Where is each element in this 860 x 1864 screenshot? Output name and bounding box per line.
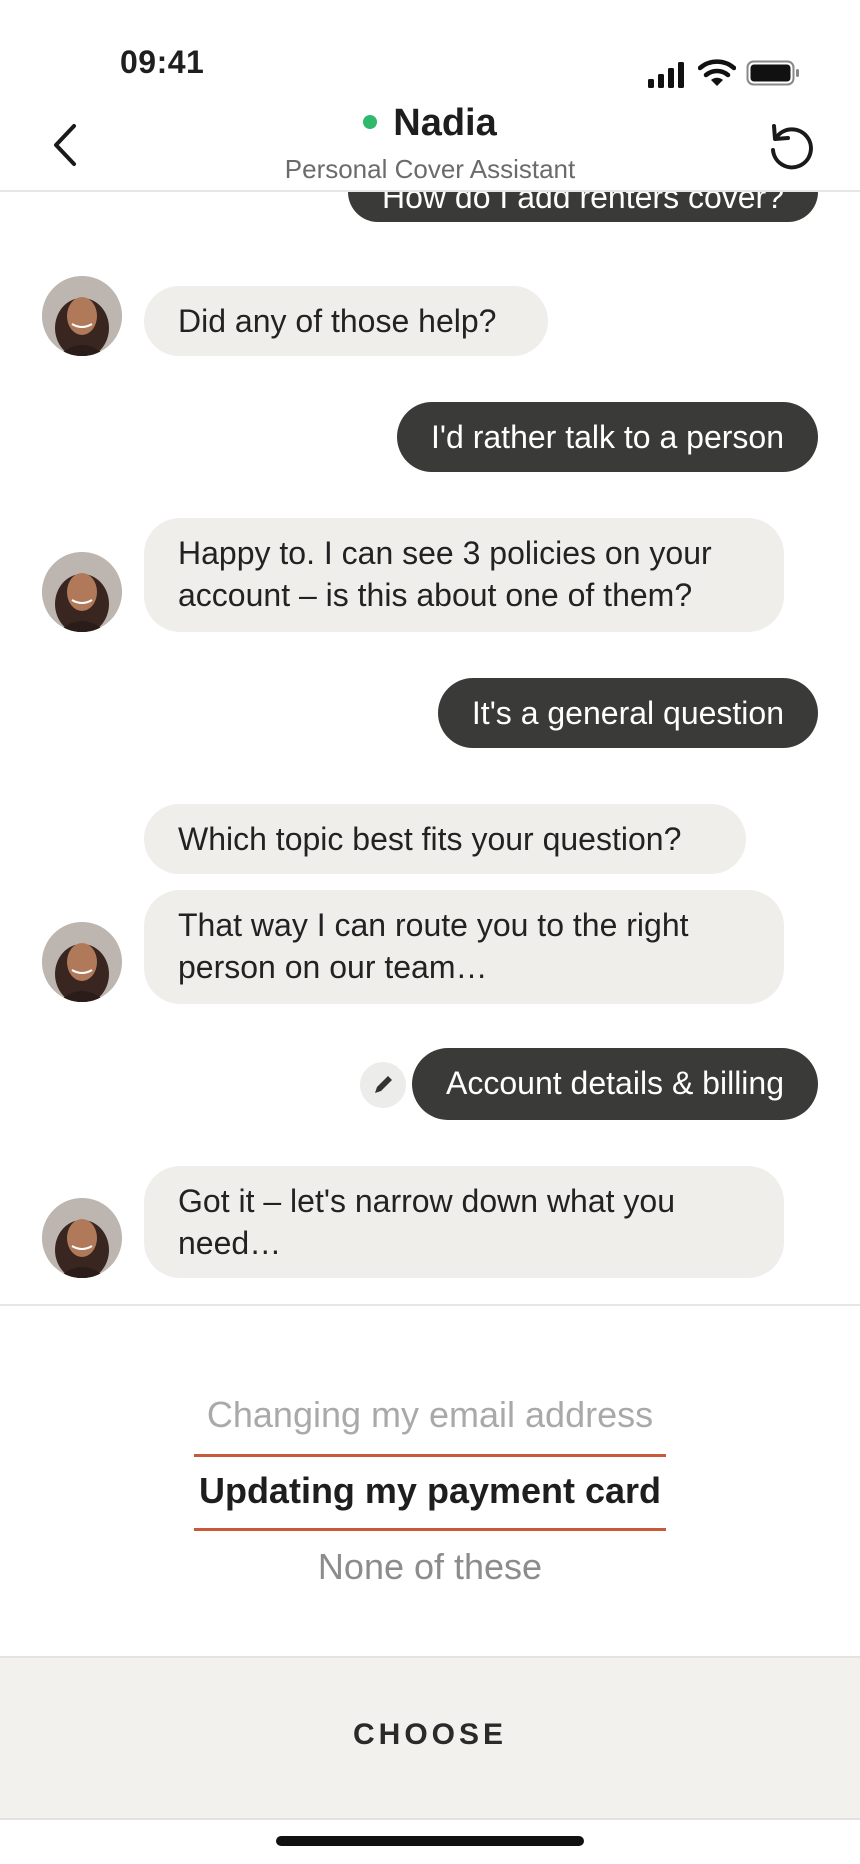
chat-transcript: How do I add renters cover? Did any of t… [0,190,860,1304]
status-bar: 09:41 [0,0,860,100]
topic-picker[interactable]: Changing my email address Updating my pa… [0,1304,860,1658]
user-message: It's a general question [437,678,818,748]
pencil-icon [375,1076,392,1093]
assistant-avatar [42,1198,122,1278]
assistant-avatar [42,276,122,356]
picker-option[interactable]: Changing my email address [0,1394,860,1436]
bot-message: Which topic best fits your question? [144,804,746,874]
status-time: 09:41 [120,44,205,80]
header-title-group: Nadia [0,102,860,145]
chat-header: Nadia Personal Cover Assistant [0,96,860,192]
choose-button-label: CHOOSE [352,1718,508,1751]
assistant-avatar [42,552,122,632]
choose-button[interactable]: CHOOSE [0,1656,860,1820]
bot-message: Did any of those help? [144,286,548,356]
assistant-subtitle: Personal Cover Assistant [284,154,576,184]
picker-option[interactable]: None of these [0,1546,860,1588]
wifi-icon [698,59,736,86]
bot-message: Happy to. I can see 3 policies on your a… [144,518,784,632]
user-message: How do I add renters cover? [348,190,818,222]
user-message: I'd rather talk to a person [397,402,818,472]
user-message: Account details & billing [412,1048,818,1120]
refresh-button[interactable] [762,116,822,176]
cellular-signal-icon [648,62,684,88]
battery-icon [746,60,799,86]
bot-message: Got it – let's narrow down what you need… [144,1166,784,1278]
picker-option-selected[interactable]: Updating my payment card [0,1470,860,1512]
home-indicator [276,1836,584,1846]
online-status-dot [363,115,378,129]
selection-line-top [194,1454,666,1457]
edit-answer-button[interactable] [360,1062,406,1108]
assistant-avatar [42,922,122,1002]
selection-line-bottom [194,1528,666,1531]
assistant-name: Nadia [393,102,497,144]
bot-message: That way I can route you to the right pe… [144,890,784,1004]
